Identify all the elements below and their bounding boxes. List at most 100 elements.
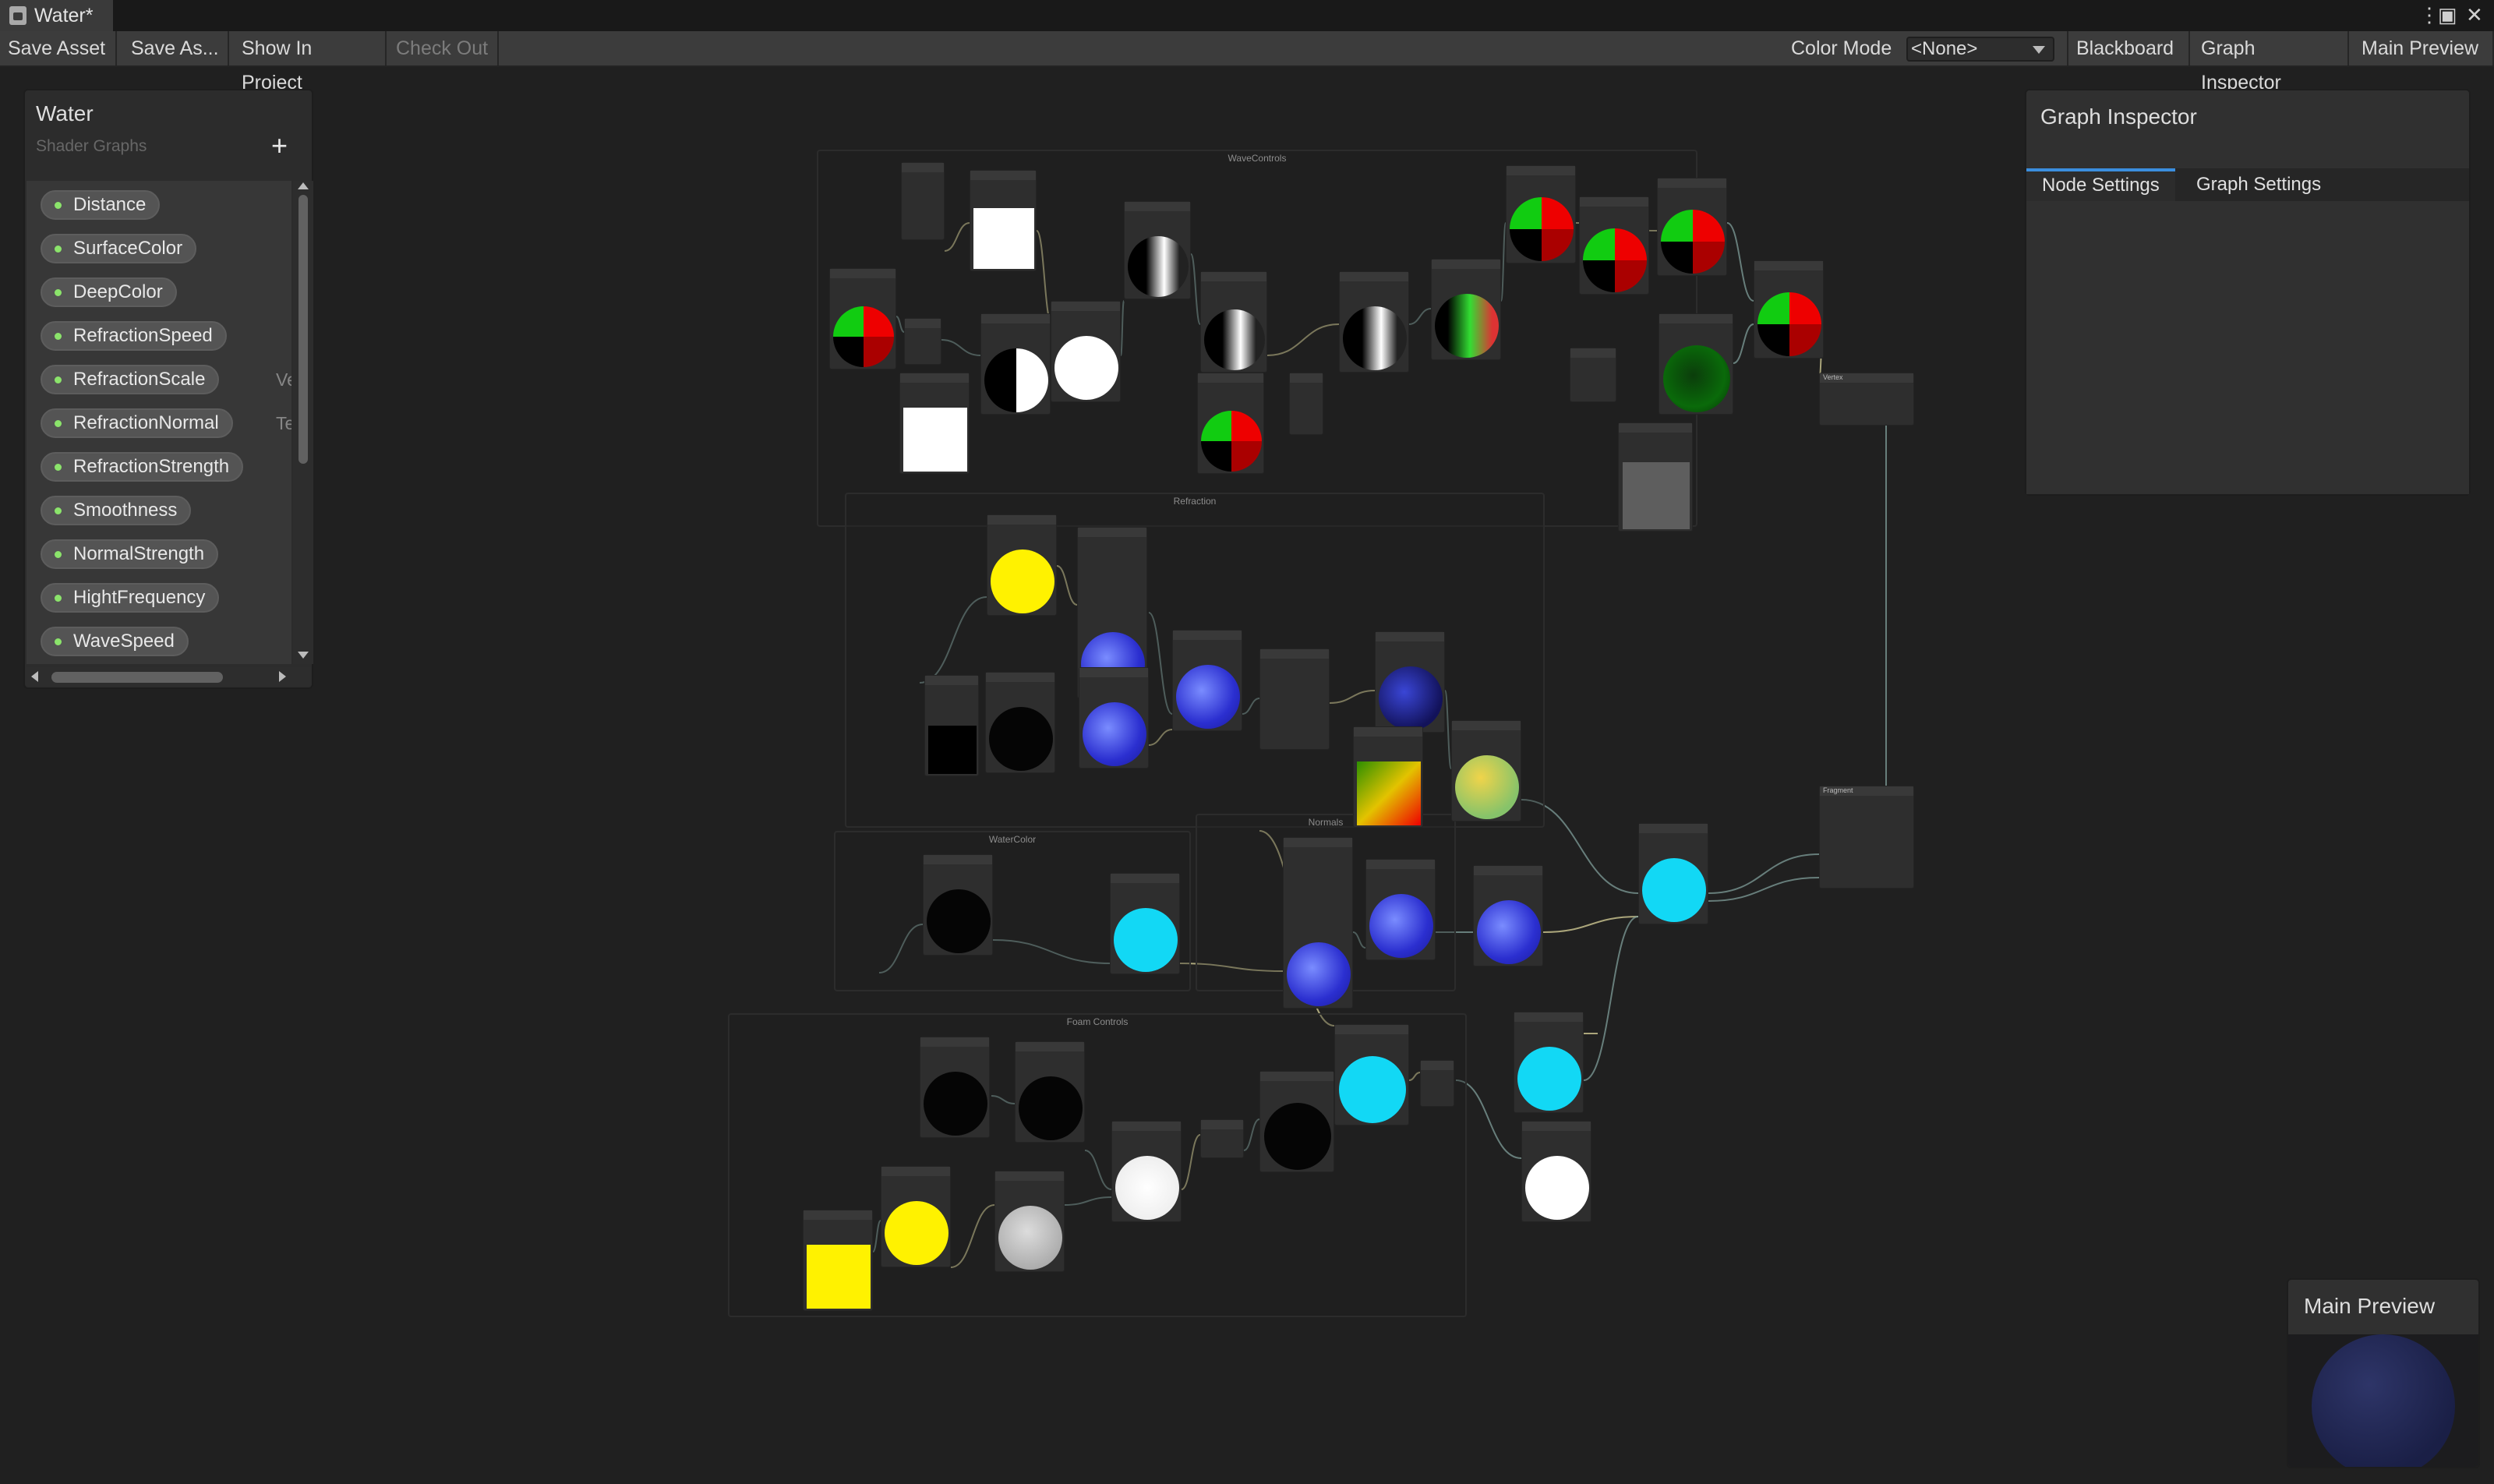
graph-node[interactable] bbox=[829, 268, 896, 369]
graph-node[interactable] bbox=[1521, 1121, 1591, 1222]
blackboard-toggle-button[interactable]: Blackboard bbox=[2067, 31, 2190, 65]
edge[interactable] bbox=[1708, 853, 1820, 894]
graph-node[interactable] bbox=[1754, 260, 1824, 359]
graph-node[interactable] bbox=[1514, 1012, 1584, 1113]
node-header[interactable] bbox=[1335, 1025, 1408, 1034]
graph-node[interactable] bbox=[1365, 859, 1436, 960]
property-pill[interactable]: RefractionSpeed bbox=[41, 321, 227, 351]
tab-graph-settings[interactable]: Graph Settings bbox=[2181, 168, 2337, 201]
graph-node[interactable] bbox=[1259, 648, 1330, 750]
graph-node[interactable] bbox=[1334, 1024, 1409, 1125]
node-header[interactable] bbox=[970, 171, 1036, 180]
node-header[interactable] bbox=[986, 673, 1054, 682]
property-pill[interactable]: HightFrequency bbox=[41, 583, 220, 613]
graph-node[interactable] bbox=[803, 1210, 873, 1311]
node-header[interactable] bbox=[1474, 866, 1542, 875]
node-header[interactable] bbox=[1639, 824, 1708, 833]
node-header[interactable] bbox=[924, 855, 992, 864]
graph-node[interactable] bbox=[1431, 259, 1501, 360]
graph-node[interactable] bbox=[904, 318, 941, 365]
node-header[interactable] bbox=[902, 163, 944, 172]
node-header[interactable] bbox=[1290, 373, 1323, 383]
graph-node[interactable] bbox=[1015, 1041, 1085, 1143]
node-header[interactable] bbox=[1201, 1120, 1243, 1129]
graph-node[interactable] bbox=[1051, 301, 1121, 402]
node-header[interactable] bbox=[830, 269, 896, 278]
graph-node[interactable] bbox=[1375, 631, 1445, 733]
graph-node[interactable] bbox=[1110, 873, 1180, 974]
node-header[interactable] bbox=[1051, 302, 1120, 311]
plus-icon[interactable]: + bbox=[271, 129, 288, 162]
save-as-button[interactable]: Save As... bbox=[123, 31, 229, 65]
node-header[interactable] bbox=[1452, 721, 1521, 730]
edge[interactable] bbox=[1733, 323, 1754, 364]
node-header[interactable] bbox=[1111, 874, 1179, 883]
close-icon[interactable]: ✕ bbox=[2466, 3, 2483, 27]
node-header[interactable] bbox=[1522, 1122, 1591, 1131]
node-header[interactable] bbox=[1580, 197, 1648, 207]
property-pill[interactable]: NormalStrength bbox=[41, 539, 219, 569]
graph-node[interactable] bbox=[1579, 196, 1649, 295]
graph-node[interactable] bbox=[901, 162, 945, 240]
node-header[interactable] bbox=[1659, 314, 1733, 323]
graph-inspector-toggle-button[interactable]: Graph Inspector bbox=[2193, 31, 2349, 94]
scroll-down-icon[interactable] bbox=[298, 652, 309, 659]
graph-node[interactable] bbox=[994, 1171, 1065, 1272]
graph-node[interactable] bbox=[1420, 1060, 1454, 1107]
node-header[interactable] bbox=[1016, 1042, 1084, 1051]
node-header[interactable] bbox=[1198, 373, 1263, 383]
document-tab[interactable]: Water* bbox=[0, 0, 113, 31]
graph-node[interactable] bbox=[1124, 201, 1191, 299]
graph-node[interactable] bbox=[1451, 720, 1521, 822]
graph-node[interactable] bbox=[1289, 373, 1323, 435]
graph-node[interactable] bbox=[1473, 865, 1543, 966]
graph-node[interactable] bbox=[1200, 1119, 1244, 1158]
property-pill[interactable]: WaveSpeed bbox=[41, 627, 189, 656]
graph-node[interactable] bbox=[987, 514, 1057, 616]
node-header[interactable] bbox=[995, 1171, 1064, 1181]
property-pill[interactable]: RefractionStrength bbox=[41, 452, 244, 482]
graph-node[interactable] bbox=[899, 373, 970, 474]
show-in-project-button[interactable]: Show In Project bbox=[234, 31, 387, 94]
graph-node[interactable] bbox=[1172, 630, 1242, 731]
graph-node[interactable] bbox=[1197, 373, 1264, 474]
node-header[interactable] bbox=[1366, 860, 1435, 869]
node-header[interactable] bbox=[1376, 632, 1444, 641]
vertical-scrollbar[interactable] bbox=[293, 181, 313, 664]
graph-node[interactable] bbox=[985, 672, 1055, 773]
node-header[interactable] bbox=[1112, 1122, 1181, 1131]
graph-node[interactable] bbox=[924, 675, 979, 776]
tab-node-settings[interactable]: Node Settings bbox=[2026, 168, 2175, 204]
node-header[interactable] bbox=[1173, 631, 1242, 640]
graph-node[interactable] bbox=[1353, 726, 1423, 828]
node-header[interactable] bbox=[1201, 272, 1266, 281]
node-header[interactable] bbox=[905, 319, 941, 328]
node-header[interactable] bbox=[1432, 260, 1500, 269]
vertex-stack[interactable]: Vertex bbox=[1819, 373, 1914, 426]
horizontal-scrollbar[interactable] bbox=[26, 667, 310, 686]
graph-inspector-panel[interactable]: Graph Inspector Node Settings Graph Sett… bbox=[2025, 89, 2471, 496]
edge[interactable] bbox=[1708, 877, 1820, 902]
preview-viewport[interactable] bbox=[2288, 1334, 2478, 1467]
graph-node[interactable] bbox=[1570, 348, 1616, 402]
kebab-menu-icon[interactable]: ⋮ bbox=[2419, 3, 2439, 27]
node-header[interactable] bbox=[920, 1037, 989, 1047]
node-header[interactable] bbox=[987, 515, 1056, 525]
scroll-up-icon[interactable] bbox=[298, 182, 309, 189]
node-header[interactable] bbox=[1619, 423, 1692, 433]
node-header[interactable] bbox=[1079, 668, 1148, 677]
save-asset-button[interactable]: Save Asset bbox=[0, 31, 117, 65]
graph-node[interactable] bbox=[1638, 823, 1708, 924]
graph-node[interactable] bbox=[970, 170, 1037, 271]
scroll-left-icon[interactable] bbox=[31, 671, 38, 682]
property-pill[interactable]: RefractionScale bbox=[41, 365, 220, 394]
fragment-stack[interactable]: Fragment bbox=[1819, 786, 1914, 889]
node-header[interactable] bbox=[1754, 261, 1823, 270]
node-header[interactable] bbox=[981, 314, 1050, 323]
node-header[interactable] bbox=[900, 373, 969, 383]
node-header[interactable] bbox=[1340, 272, 1408, 281]
edge[interactable] bbox=[1542, 916, 1639, 933]
graph-node[interactable] bbox=[1657, 178, 1727, 276]
graph-node[interactable] bbox=[881, 1166, 951, 1267]
graph-node[interactable] bbox=[1659, 313, 1733, 415]
